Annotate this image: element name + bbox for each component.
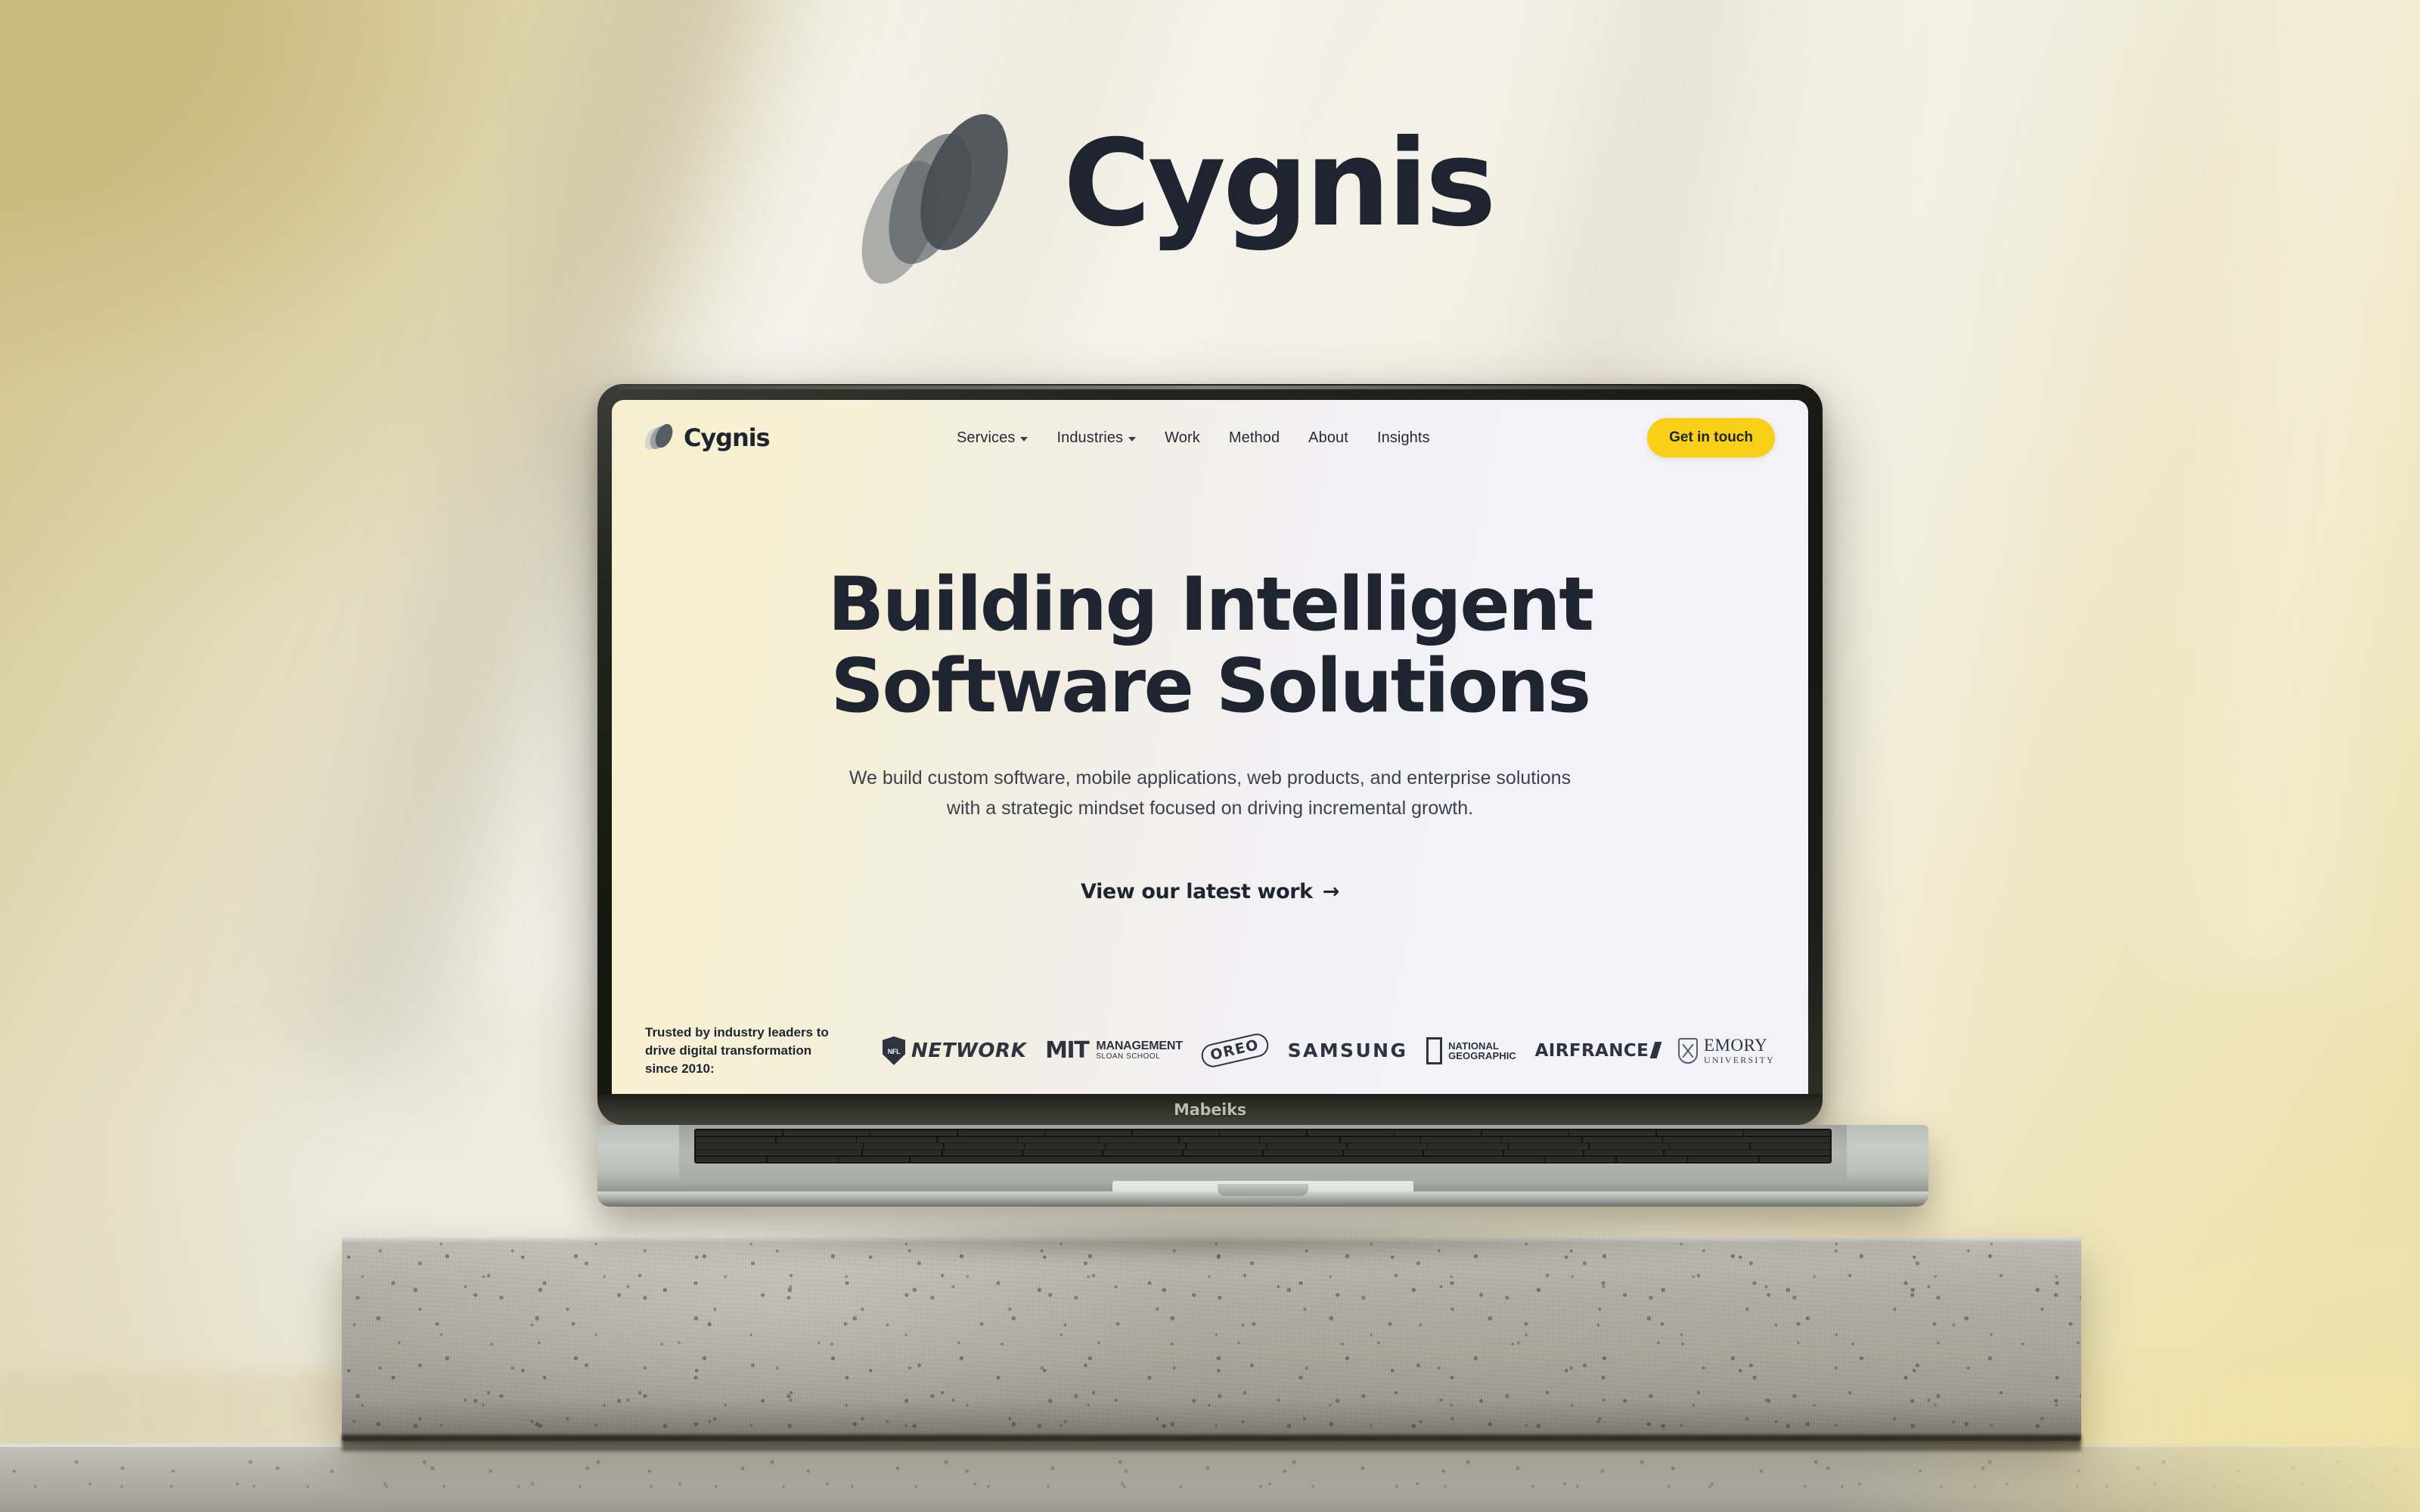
client-logo-label: NETWORK [911, 1039, 1027, 1062]
site-brand[interactable]: Cygnis [641, 421, 771, 453]
keyboard-row [696, 1136, 1831, 1142]
client-logo-label: SAMSUNG [1287, 1040, 1408, 1062]
arrow-right-icon: → [1322, 879, 1340, 903]
client-logo-tertiary-label: SLOAN SCHOOL [1096, 1052, 1161, 1061]
nav-item-label: Work [1165, 429, 1200, 446]
floor-warm-light-wash [1830, 1444, 2420, 1512]
laptop-keyboard[interactable] [694, 1129, 1832, 1163]
nfl-shield-icon [883, 1036, 905, 1065]
client-logo-row: NETWORK MIT MANAGEMENT SLOAN SCHOOL OREO [869, 1031, 1775, 1070]
laptop-base-notch [1218, 1184, 1308, 1196]
client-logo-label: MIT [1045, 1037, 1090, 1064]
nav-item-work[interactable]: Work [1165, 429, 1200, 447]
client-logo-label: AIRFRANCE [1534, 1040, 1649, 1061]
natgeo-wordmark: NATIONAL GEOGRAPHIC [1448, 1040, 1516, 1061]
laptop-brand-text: Mabeiks [1174, 1100, 1246, 1119]
keyboard-row [696, 1143, 1831, 1149]
emory-crest-icon [1677, 1037, 1698, 1064]
nav-item-about[interactable]: About [1308, 429, 1348, 447]
mit-sloan-wordmark: MANAGEMENT SLOAN SCHOOL [1094, 1040, 1183, 1061]
cygnis-logo-icon [641, 421, 676, 453]
trusted-by-section: Trusted by industry leaders to drive dig… [645, 1024, 1775, 1078]
hero-title-line-2: Software Solutions [830, 643, 1591, 730]
keyboard-row [696, 1130, 1830, 1136]
client-logo-sublabel: UNIVERSITY [1703, 1054, 1775, 1065]
primary-navigation: Services Industries Work Method About In… [957, 429, 1460, 447]
keyboard-row [696, 1156, 1830, 1162]
chevron-down-icon [1020, 436, 1028, 442]
mockup-scene: Cygnis Cygnis Services Industries Work M… [0, 0, 2420, 1512]
airfrance-wordmark: AIRFRANCE [1534, 1040, 1662, 1061]
concrete-floor [0, 1444, 2420, 1512]
nav-item-label: Insights [1376, 429, 1430, 446]
site-navbar: Cygnis Services Industries Work Method A… [612, 400, 1808, 476]
client-logo-national-geographic: NATIONAL GEOGRAPHIC [1426, 1036, 1516, 1064]
plinth-under-shadow [342, 1435, 2081, 1452]
natgeo-frame-icon [1426, 1036, 1443, 1064]
nav-item-label: Industries [1056, 429, 1124, 446]
hero-title: Building Intelligent Software Solutions [703, 562, 1717, 730]
client-logo-mit-sloan: MIT MANAGEMENT SLOAN SCHOOL [1045, 1037, 1183, 1064]
client-logo-oreo: OREO [1199, 1031, 1271, 1070]
hero-cta-label: View our latest work [1081, 879, 1313, 903]
keyboard-row [696, 1150, 1830, 1156]
nav-item-method[interactable]: Method [1229, 429, 1280, 447]
nav-item-label: About [1308, 429, 1348, 446]
client-logo-label: OREO [1199, 1031, 1271, 1070]
nav-item-label: Services [956, 429, 1016, 446]
client-logo-sublabel: MANAGEMENT [1096, 1040, 1183, 1053]
site-brand-name: Cygnis [684, 423, 771, 452]
get-in-touch-button[interactable]: Get in touch [1647, 418, 1775, 457]
client-logo-label: EMORY [1703, 1036, 1768, 1055]
laptop-mockup: Cygnis Services Industries Work Method A… [597, 384, 1928, 1207]
cygnis-ellipse-mark-icon [845, 101, 1028, 295]
hero-subtitle: We build custom software, mobile applica… [849, 767, 1571, 820]
laptop-contact-shadow [522, 1223, 1898, 1263]
hero-title-line-1: Building Intelligent [827, 562, 1595, 648]
nav-item-services[interactable]: Services [957, 429, 1028, 447]
concrete-plinth [342, 1237, 2081, 1441]
nav-item-label: Method [1228, 429, 1280, 446]
nav-item-industries[interactable]: Industries [1056, 429, 1137, 447]
wall-brand-wordmark: Cygnis [1063, 113, 1497, 253]
client-logo-samsung: SAMSUNG [1288, 1040, 1408, 1061]
client-logo-emory-university: EMORY UNIVERSITY [1677, 1036, 1775, 1064]
emory-wordmark: EMORY UNIVERSITY [1704, 1036, 1775, 1064]
client-logo-label: NATIONAL [1448, 1040, 1500, 1052]
chevron-down-icon [1128, 436, 1137, 442]
browser-viewport: Cygnis Services Industries Work Method A… [612, 400, 1808, 1110]
client-logo-nfl-network: NETWORK [883, 1036, 1026, 1065]
wall-brand-logo: Cygnis [845, 101, 1497, 295]
client-logo-airfrance: AIRFRANCE [1534, 1040, 1662, 1061]
view-latest-work-link[interactable]: View our latest work → [1081, 880, 1339, 903]
laptop-lid: Cygnis Services Industries Work Method A… [597, 384, 1823, 1125]
hero-section: Building Intelligent Software Solutions … [612, 562, 1808, 903]
laptop-base [597, 1125, 1928, 1207]
client-logo-sublabel: GEOGRAPHIC [1448, 1049, 1516, 1061]
airfrance-stripe-icon [1649, 1041, 1662, 1058]
laptop-lid-chin: Mabeiks [597, 1094, 1823, 1125]
trusted-by-label: Trusted by industry leaders to drive dig… [645, 1024, 843, 1078]
nav-item-insights[interactable]: Insights [1377, 429, 1430, 447]
